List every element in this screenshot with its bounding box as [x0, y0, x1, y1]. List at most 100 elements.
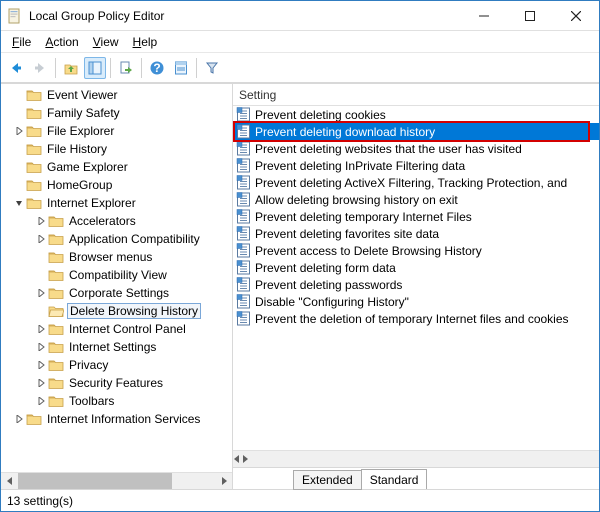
show-hide-tree-button[interactable]	[84, 57, 106, 79]
minimize-button[interactable]	[461, 1, 507, 30]
expand-icon[interactable]	[35, 377, 47, 389]
list-item[interactable]: Prevent deleting websites that the user …	[233, 140, 599, 157]
scroll-right-icon[interactable]	[215, 473, 232, 490]
scroll-left-icon[interactable]	[233, 452, 241, 466]
folder-icon	[48, 322, 64, 336]
tree-item[interactable]: Family Safety	[1, 104, 232, 122]
tab-extended[interactable]: Extended	[293, 470, 362, 490]
tree-item[interactable]: File History	[1, 140, 232, 158]
list-item[interactable]: Prevent deleting temporary Internet File…	[233, 208, 599, 225]
list-item[interactable]: Prevent deleting passwords	[233, 276, 599, 293]
close-button[interactable]	[553, 1, 599, 30]
list-item[interactable]: Prevent deleting InPrivate Filtering dat…	[233, 157, 599, 174]
column-header-setting[interactable]: Setting	[233, 84, 599, 106]
tree-item-label: Corporate Settings	[67, 286, 171, 300]
tree-item-label: Security Features	[67, 376, 165, 390]
tree-item[interactable]: Internet Explorer	[1, 194, 232, 212]
expand-icon[interactable]	[35, 323, 47, 335]
expand-icon[interactable]	[13, 413, 25, 425]
no-expand	[13, 143, 25, 155]
tree-item[interactable]: Toolbars	[1, 392, 232, 410]
list-item[interactable]: Prevent the deletion of temporary Intern…	[233, 310, 599, 327]
folder-icon	[48, 214, 64, 228]
menu-view[interactable]: View	[86, 31, 126, 52]
tree-item[interactable]: Event Viewer	[1, 86, 232, 104]
menu-file[interactable]: File	[5, 31, 38, 52]
collapse-icon[interactable]	[13, 197, 25, 209]
list-item[interactable]: Allow deleting browsing history on exit	[233, 191, 599, 208]
tree-item-label: Application Compatibility	[67, 232, 202, 246]
tree-h-scrollbar[interactable]	[1, 472, 232, 489]
maximize-button[interactable]	[507, 1, 553, 30]
list-item[interactable]: Prevent deleting favorites site data	[233, 225, 599, 242]
toolbar-separator	[196, 58, 197, 78]
expand-icon[interactable]	[13, 125, 25, 137]
list-item[interactable]: Prevent access to Delete Browsing Histor…	[233, 242, 599, 259]
tab-standard[interactable]: Standard	[361, 469, 428, 489]
toolbar-separator	[141, 58, 142, 78]
setting-icon	[236, 158, 252, 173]
setting-icon	[236, 243, 252, 258]
properties-button[interactable]	[170, 57, 192, 79]
menu-action[interactable]: Action	[38, 31, 85, 52]
tree-item[interactable]: Application Compatibility	[1, 230, 232, 248]
tree-item[interactable]: Delete Browsing History	[1, 302, 232, 320]
list-item[interactable]: Prevent deleting form data	[233, 259, 599, 276]
toolbar-separator	[55, 58, 56, 78]
tree-item[interactable]: Compatibility View	[1, 266, 232, 284]
help-button[interactable]: ?	[146, 57, 168, 79]
filter-button[interactable]	[201, 57, 223, 79]
toolbar: ?	[1, 53, 599, 83]
tree-item-label: Internet Settings	[67, 340, 158, 354]
tree-item[interactable]: Privacy	[1, 356, 232, 374]
settings-list[interactable]: Prevent deleting cookiesPrevent deleting…	[233, 106, 599, 450]
list-pane: Setting Prevent deleting cookiesPrevent …	[233, 84, 599, 489]
list-item-label: Prevent deleting InPrivate Filtering dat…	[255, 159, 465, 173]
tree-item[interactable]: Corporate Settings	[1, 284, 232, 302]
export-button[interactable]	[115, 57, 137, 79]
tree-item[interactable]: Accelerators	[1, 212, 232, 230]
tree-item[interactable]: Browser menus	[1, 248, 232, 266]
list-item-label: Allow deleting browsing history on exit	[255, 193, 458, 207]
expand-icon[interactable]	[35, 359, 47, 371]
tree-item[interactable]: File Explorer	[1, 122, 232, 140]
setting-icon	[236, 294, 252, 309]
list-item[interactable]: Disable "Configuring History"	[233, 293, 599, 310]
list-item[interactable]: Prevent deleting ActiveX Filtering, Trac…	[233, 174, 599, 191]
list-item[interactable]: Prevent deleting download history	[233, 123, 599, 140]
tree-item[interactable]: Internet Information Services	[1, 410, 232, 428]
tree-item-label: Browser menus	[67, 250, 154, 264]
folder-icon	[48, 358, 64, 372]
folder-icon	[26, 412, 42, 426]
menu-help[interactable]: Help	[126, 31, 165, 52]
no-expand	[13, 161, 25, 173]
tree[interactable]: Event ViewerFamily SafetyFile ExplorerFi…	[1, 84, 232, 472]
list-item[interactable]: Prevent deleting cookies	[233, 106, 599, 123]
tree-item[interactable]: Security Features	[1, 374, 232, 392]
forward-button[interactable]	[29, 57, 51, 79]
expand-icon[interactable]	[35, 215, 47, 227]
tree-item[interactable]: Game Explorer	[1, 158, 232, 176]
setting-icon	[236, 124, 252, 139]
setting-icon	[236, 226, 252, 241]
up-button[interactable]	[60, 57, 82, 79]
tree-item[interactable]: Internet Control Panel	[1, 320, 232, 338]
list-item-label: Disable "Configuring History"	[255, 295, 409, 309]
list-h-scrollbar[interactable]	[233, 450, 599, 467]
back-button[interactable]	[5, 57, 27, 79]
scroll-left-icon[interactable]	[1, 473, 18, 490]
no-expand	[13, 107, 25, 119]
expand-icon[interactable]	[35, 341, 47, 353]
expand-icon[interactable]	[35, 395, 47, 407]
tree-item[interactable]: Internet Settings	[1, 338, 232, 356]
expand-icon[interactable]	[35, 233, 47, 245]
setting-icon	[236, 192, 252, 207]
expand-icon[interactable]	[35, 287, 47, 299]
folder-icon	[48, 250, 64, 264]
folder-icon	[48, 376, 64, 390]
tree-item[interactable]: HomeGroup	[1, 176, 232, 194]
folder-icon	[26, 124, 42, 138]
title-bar[interactable]: Local Group Policy Editor	[1, 1, 599, 31]
scroll-right-icon[interactable]	[241, 452, 249, 466]
setting-icon	[236, 277, 252, 292]
